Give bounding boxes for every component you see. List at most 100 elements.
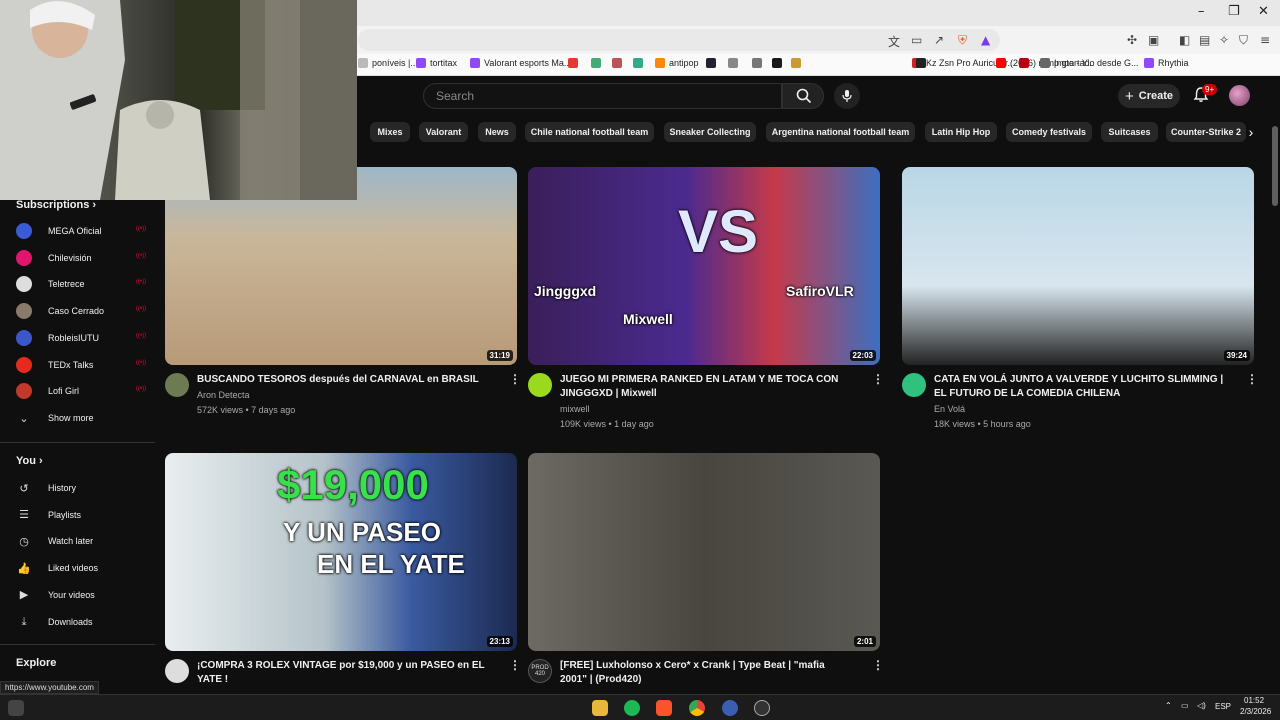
channel-avatar[interactable] [528,373,552,397]
chip-argentina-national-football-team[interactable]: Argentina national football team [766,122,915,142]
obs-icon[interactable] [754,700,770,716]
extensions-icon[interactable]: ✣ [1127,33,1137,47]
bookmark-item[interactable]: Valorant esports Ma... [470,58,571,68]
rewards-icon[interactable]: ▲ [981,33,990,47]
chip-sneaker-collecting[interactable]: Sneaker Collecting [664,122,756,142]
sidebar-item-downloads[interactable]: ⤓ Downloads [16,612,146,632]
brave-shield-icon[interactable]: ⛨ [958,33,967,48]
video-title[interactable]: JUEGO MI PRIMERA RANKED EN LATAM Y ME TO… [560,373,852,401]
sidebar-item-playlists[interactable]: ☰ Playlists [16,505,146,525]
more-options-icon[interactable]: ⋮ [872,658,884,672]
bookmark-item[interactable] [612,58,622,68]
create-button[interactable]: + Create [1118,84,1180,108]
video-channel-name[interactable]: Aron Detecta [197,388,250,403]
bookmark-item[interactable]: antipop [655,58,699,68]
chip-counter-strike-2[interactable]: Counter-Strike 2 [1166,122,1246,142]
wallet-icon[interactable]: ▤ [1199,33,1210,47]
video-title[interactable]: CATA EN VOLÁ JUNTO A VALVERDE Y LUCHITO … [934,373,1226,401]
tray-chevron-icon[interactable]: ⌃ [1165,701,1172,710]
sidebar-item-your-videos[interactable]: ▶ Your videos [16,585,146,605]
bookmark-item[interactable] [772,58,782,68]
video-title[interactable]: ¡COMPRA 3 ROLEX VINTAGE por $19,000 y un… [197,659,489,687]
translate-icon[interactable]: 文 [888,33,900,50]
restore-icon[interactable]: ❐ [1228,4,1240,19]
bookmark-item[interactable]: Importado desde G... [1040,58,1139,68]
bookmark-item[interactable] [791,58,801,68]
sidebar-item-liked-videos[interactable]: 👍 Liked videos [16,558,146,578]
sidebar-item-watch-later[interactable]: ◷ Watch later [16,531,146,551]
tab-icon[interactable]: ▣ [1148,33,1159,47]
more-options-icon[interactable]: ⋮ [1246,372,1258,386]
video-thumbnail[interactable]: 2:01 [528,453,880,651]
language-indicator[interactable]: ESP [1215,702,1231,711]
sidebar-item-chilevisi-n[interactable]: Chilevisión ((•)) [16,248,146,268]
minimize-icon[interactable]: – [1198,4,1205,19]
video-card[interactable]: Jingggxd Mixwell SafiroVLR VS 22:03 JUEGO MI … [528,167,884,437]
page-scrollbar[interactable] [1270,116,1280,694]
chrome-icon[interactable] [689,700,705,716]
clock-date[interactable]: 2/3/2026 [1240,707,1271,716]
bookmark-item[interactable]: tortitax [416,58,457,68]
close-icon[interactable]: ✕ [1258,4,1269,19]
bookmark-item[interactable] [1019,58,1029,68]
video-card[interactable]: 31:19 BUSCANDO TESOROS después del CARNAV… [165,167,521,437]
volume-icon[interactable]: ◁) [1197,701,1206,710]
show-more-button[interactable]: ⌄ Show more [16,408,146,428]
channel-avatar[interactable]: PROD 420 [528,659,552,683]
subscriptions-heading[interactable]: Subscriptions › [16,199,96,211]
more-options-icon[interactable]: ⋮ [509,658,521,672]
vpn-icon[interactable]: ⛉ [1239,33,1248,48]
chip-chile-national-football-team[interactable]: Chile national football team [525,122,654,142]
video-channel-name[interactable]: En Volá [934,402,965,417]
sidebar-item-caso-cerrado[interactable]: Caso Cerrado ((•)) [16,301,146,321]
chip-suitcases[interactable]: Suitcases [1101,122,1158,142]
bookmark-item[interactable] [633,58,643,68]
clock-time[interactable]: 01:52 [1244,696,1264,705]
url-field[interactable] [358,29,1000,51]
chip-valorant[interactable]: Valorant [419,122,468,142]
chip-comedy-festivals[interactable]: Comedy festivals [1006,122,1092,142]
network-icon[interactable]: ▭ [1181,701,1189,710]
share-icon[interactable]: ↗ [934,33,944,47]
bookmark-item[interactable] [916,58,926,68]
video-card[interactable]: $19,000 Y UN PASEO EN EL YATE 23:13 ¡COMPRA … [165,453,521,693]
spotify-icon[interactable] [624,700,640,716]
more-options-icon[interactable]: ⋮ [872,372,884,386]
leo-icon[interactable]: ✧ [1219,33,1229,47]
sidebar-item-teletrece[interactable]: Teletrece ((•)) [16,274,146,294]
bookmark-item[interactable] [752,58,762,68]
scrollbar-thumb[interactable] [1272,126,1278,206]
you-heading[interactable]: You › [16,455,43,467]
sidebar-item-history[interactable]: ↺ History [16,478,146,498]
cast-icon[interactable]: ▭ [911,33,922,47]
channel-avatar[interactable] [902,373,926,397]
chip-latin-hip-hop[interactable]: Latin Hip Hop [925,122,997,142]
user-avatar[interactable] [1229,85,1250,106]
sidebar-item-mega-oficial[interactable]: MEGA Oficial ((•)) [16,221,146,241]
file-explorer-icon[interactable] [592,700,608,716]
bookmark-item[interactable] [728,58,738,68]
sidebar-toggle-icon[interactable]: ◧ [1179,33,1190,47]
chips-next-arrow-icon[interactable]: › [1240,122,1262,142]
search-button[interactable] [782,83,824,109]
bookmark-item[interactable] [568,58,578,68]
bookmark-item[interactable]: poníveis |... [358,58,418,68]
video-card[interactable]: 2:01 PROD 420 [FREE] Luxholonso x Cero* x … [528,453,884,693]
video-title[interactable]: [FREE] Luxholonso x Cero* x Crank | Type… [560,659,852,687]
search-input[interactable]: Search [423,83,782,109]
start-icon[interactable] [8,700,24,716]
bookmark-item[interactable]: Rhythia [1144,58,1189,68]
bookmark-item[interactable] [591,58,601,68]
channel-avatar[interactable] [165,373,189,397]
more-options-icon[interactable]: ⋮ [509,372,521,386]
video-thumbnail[interactable]: 39:24 [902,167,1254,365]
sidebar-item-tedx-talks[interactable]: TEDx Talks ((•)) [16,355,146,375]
channel-avatar[interactable] [165,659,189,683]
video-thumbnail[interactable]: Jingggxd Mixwell SafiroVLR VS 22:03 [528,167,880,365]
video-channel-name[interactable]: mixwell [560,402,590,417]
brave-icon[interactable] [656,700,672,716]
video-thumbnail[interactable]: $19,000 Y UN PASEO EN EL YATE 23:13 [165,453,517,651]
voice-search-button[interactable] [834,83,860,109]
chip-mixes[interactable]: Mixes [370,122,410,142]
video-card[interactable]: 39:24 CATA EN VOLÁ JUNTO A VALVERDE Y LUC… [902,167,1258,437]
